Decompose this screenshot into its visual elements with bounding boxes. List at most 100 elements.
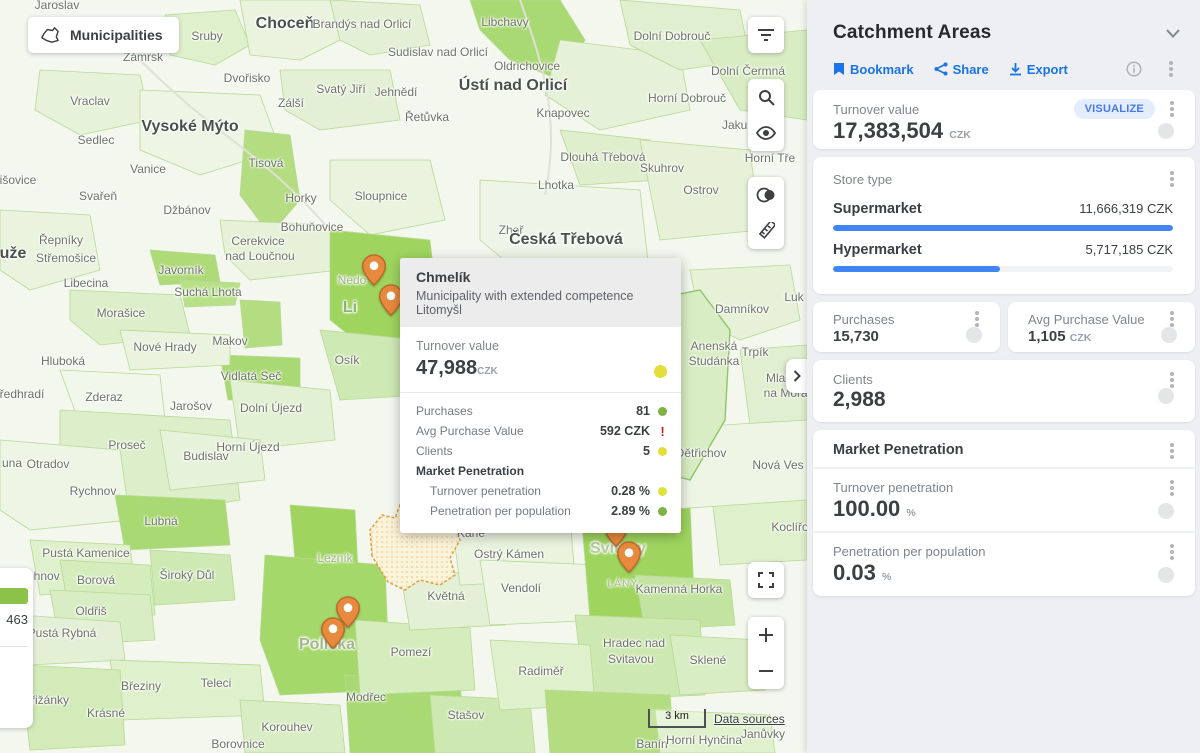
card-menu-button[interactable]	[1163, 479, 1181, 497]
legend-divider	[0, 646, 27, 647]
measure-button[interactable]	[748, 213, 784, 249]
tooltip-row: Avg Purchase Value 592 CZK !	[416, 421, 667, 441]
kebab-icon	[1170, 317, 1174, 321]
tooltip-title: Chmelík	[416, 269, 665, 285]
map-canvas[interactable]: JaroslavZámrskSrubyChoceňBrandýs nad Orl…	[0, 0, 807, 753]
search-button[interactable]	[748, 79, 784, 115]
fullscreen-button[interactable]	[748, 562, 784, 598]
info-button[interactable]	[1126, 61, 1142, 77]
avg-purchase-value-card: Avg Purchase Value 1,105 CZK	[1008, 302, 1195, 352]
section-title: Market Penetration	[833, 442, 964, 458]
collapse-panel-button[interactable]	[1166, 29, 1180, 38]
card-menu-button[interactable]	[1163, 100, 1181, 118]
card-label: Avg Purchase Value	[1028, 312, 1145, 327]
tooltip-row: Penetration per population 2.89 %	[416, 501, 667, 521]
share-button[interactable]: Share	[934, 62, 989, 77]
turnover-penetration-row: Turnover penetration 100.00 %	[813, 469, 1195, 533]
tooltip-row: Clients 5	[416, 441, 667, 461]
panel-title: Catchment Areas	[833, 22, 1166, 44]
metric-toggle[interactable]	[1161, 327, 1177, 343]
kebab-icon	[975, 317, 979, 321]
card-menu-button[interactable]	[1163, 442, 1181, 460]
region-polygon-icon	[40, 26, 60, 44]
minus-icon	[759, 669, 773, 673]
chevron-right-icon	[793, 370, 801, 382]
metric-toggle[interactable]	[1158, 567, 1174, 583]
clients-value: 2,988	[833, 388, 886, 412]
kebab-icon	[1170, 378, 1174, 382]
kebab-icon	[1170, 486, 1174, 490]
card-menu-button[interactable]	[1163, 170, 1181, 188]
visualize-badge[interactable]: VISUALIZE	[1074, 99, 1155, 119]
card-label: Turnover value	[833, 102, 919, 117]
tooltip-header: Chmelík Municipality with extended compe…	[400, 258, 681, 327]
filter-button[interactable]	[748, 17, 784, 53]
data-sources-link[interactable]: Data sources	[714, 712, 785, 726]
store-type-card: Store type Supermarket 11,666,319 CZK Hy…	[813, 157, 1195, 294]
expand-panel-button[interactable]	[786, 359, 807, 393]
legend-swatch	[0, 588, 28, 604]
bookmark-icon	[833, 62, 845, 76]
info-icon	[1126, 61, 1142, 77]
tooltip-turnover-unit: CZK	[477, 366, 498, 377]
municipalities-label: Municipalities	[70, 27, 163, 43]
municipalities-button[interactable]: Municipalities	[28, 17, 179, 53]
card-label: Store type	[833, 172, 892, 187]
store-row: Supermarket 11,666,319 CZK	[833, 201, 1173, 231]
kebab-icon	[1170, 550, 1174, 554]
tooltip-subtitle: Municipality with extended competence Li…	[416, 289, 665, 317]
export-button[interactable]: Export	[1009, 62, 1068, 77]
download-icon	[1009, 62, 1022, 76]
panel-menu-button[interactable]	[1162, 60, 1180, 78]
plus-icon	[759, 628, 773, 642]
tooltip-turnover: Turnover value 47,988CZK	[400, 327, 681, 393]
kebab-icon	[1170, 449, 1174, 453]
status-dot	[654, 365, 667, 378]
market-penetration-card: Market Penetration Turnover penetration …	[813, 430, 1195, 596]
status-dot	[658, 487, 667, 496]
tooltip-row: Turnover penetration 0.28 %	[416, 481, 667, 501]
purchases-card: Purchases 15,730	[813, 302, 1000, 352]
penetration-per-population-row: Penetration per population 0.03 %	[813, 533, 1195, 595]
turnover-value-card: Turnover value 17,383,504 CZK VISUALIZE	[813, 90, 1195, 149]
chevron-down-icon	[1166, 29, 1180, 38]
card-menu-button[interactable]	[1163, 543, 1181, 561]
kebab-icon	[1169, 67, 1173, 71]
visibility-button[interactable]	[748, 115, 784, 151]
legend-panel: 463	[0, 568, 33, 728]
status-dot	[658, 407, 667, 416]
share-icon	[934, 62, 948, 76]
map-pin-icon[interactable]	[321, 617, 346, 654]
status-dot	[658, 507, 667, 516]
search-icon	[758, 89, 775, 106]
metric-toggle[interactable]	[1158, 123, 1174, 139]
map-pin-icon[interactable]	[617, 541, 642, 578]
bookmark-button[interactable]: Bookmark	[833, 62, 914, 77]
tooltip-row: Purchases 81	[416, 401, 667, 421]
tooltip-turnover-value: 47,988	[416, 357, 477, 379]
metric-toggle[interactable]	[966, 327, 982, 343]
kebab-icon	[1170, 177, 1174, 181]
status-dot	[658, 447, 667, 456]
alert-icon: !	[658, 427, 667, 436]
municipality-tooltip: Chmelík Municipality with extended compe…	[400, 258, 681, 533]
card-label: Clients	[833, 372, 873, 387]
filter-icon	[757, 28, 775, 42]
zoom-in-button[interactable]	[748, 617, 784, 653]
store-row: Hypermarket 5,717,185 CZK	[833, 242, 1173, 272]
tooltip-turnover-label: Turnover value	[416, 339, 665, 353]
contrast-button[interactable]	[748, 177, 784, 213]
store-bar	[833, 225, 1173, 231]
card-menu-button[interactable]	[1163, 310, 1181, 328]
metric-toggle[interactable]	[1158, 503, 1174, 519]
scale-bar: 3 km	[648, 709, 706, 728]
ruler-icon	[757, 222, 775, 240]
zoom-out-button[interactable]	[748, 653, 784, 689]
turnover-value: 17,383,504	[833, 118, 943, 143]
purchases-value: 15,730	[833, 328, 879, 345]
card-menu-button[interactable]	[968, 310, 986, 328]
kebab-icon	[1170, 107, 1174, 111]
metric-toggle[interactable]	[1158, 388, 1174, 404]
app: JaroslavZámrskSrubyChoceňBrandýs nad Orl…	[0, 0, 1200, 753]
card-menu-button[interactable]	[1163, 371, 1181, 389]
